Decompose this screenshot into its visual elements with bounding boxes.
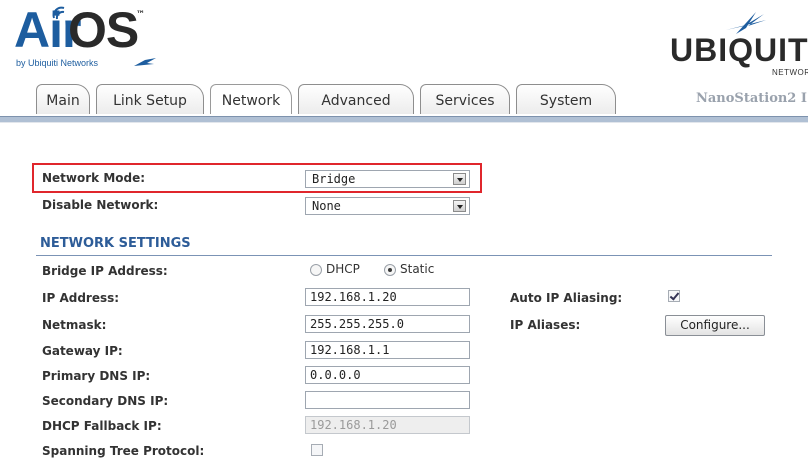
secondary-dns-label: Secondary DNS IP: — [42, 394, 169, 408]
network-form: Network Mode: Bridge Disable Network: No… — [0, 0, 808, 459]
netmask-label: Netmask: — [42, 318, 107, 332]
dhcp-fallback-label: DHCP Fallback IP: — [42, 419, 162, 433]
spanning-tree-label: Spanning Tree Protocol: — [42, 444, 205, 458]
section-divider — [36, 255, 772, 256]
dhcp-fallback-input: 192.168.1.20 — [305, 416, 470, 434]
dhcp-radio[interactable] — [310, 264, 322, 276]
network-mode-label: Network Mode: — [42, 171, 146, 185]
section-title: NETWORK SETTINGS — [40, 236, 191, 251]
gateway-ip-label: Gateway IP: — [42, 344, 123, 358]
disable-network-label: Disable Network: — [42, 198, 159, 212]
primary-dns-label: Primary DNS IP: — [42, 369, 151, 383]
auto-ip-aliasing-label: Auto IP Aliasing: — [510, 291, 623, 305]
netmask-input[interactable]: 255.255.255.0 — [305, 315, 470, 333]
network-mode-value: Bridge — [312, 172, 356, 186]
secondary-dns-input[interactable] — [305, 391, 470, 409]
chevron-down-icon — [453, 200, 466, 212]
ip-aliases-label: IP Aliases: — [510, 318, 581, 332]
bridge-ip-label: Bridge IP Address: — [42, 264, 168, 278]
disable-network-value: None — [312, 199, 341, 213]
ip-address-input[interactable]: 192.168.1.20 — [305, 288, 470, 306]
spanning-tree-checkbox[interactable] — [311, 444, 323, 456]
chevron-down-icon — [453, 173, 466, 185]
dhcp-radio-label: DHCP — [326, 262, 360, 276]
primary-dns-input[interactable]: 0.0.0.0 — [305, 366, 470, 384]
network-mode-select[interactable]: Bridge — [305, 170, 470, 188]
configure-button[interactable]: Configure... — [665, 315, 765, 336]
ip-address-label: IP Address: — [42, 291, 120, 305]
disable-network-select[interactable]: None — [305, 197, 470, 215]
gateway-ip-input[interactable]: 192.168.1.1 — [305, 341, 470, 359]
auto-ip-aliasing-checkbox[interactable] — [668, 290, 680, 302]
static-radio[interactable] — [384, 264, 396, 276]
static-radio-label: Static — [400, 262, 435, 276]
